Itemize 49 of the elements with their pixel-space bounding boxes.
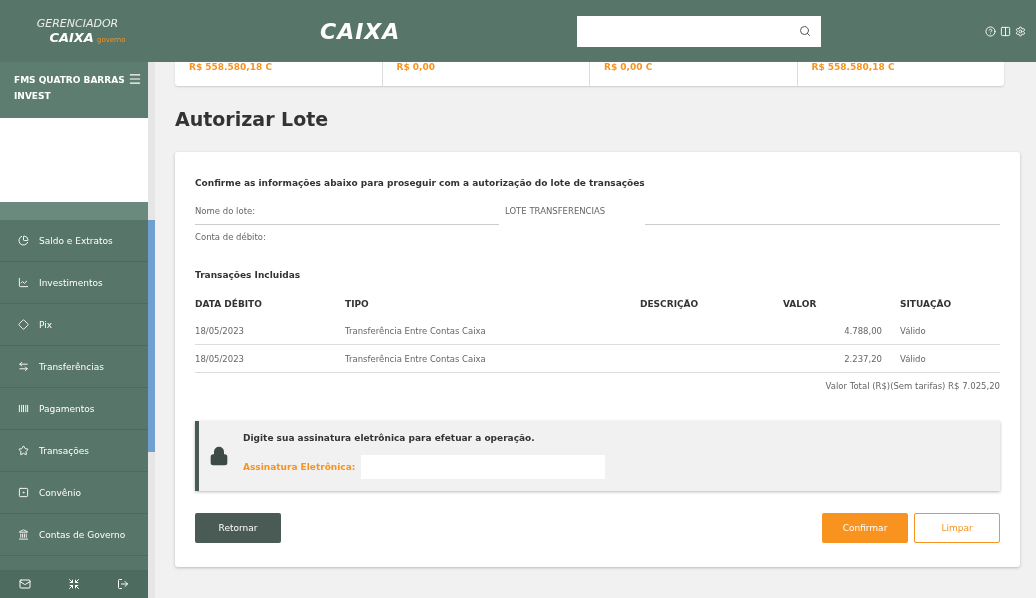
square-icon [18, 487, 29, 498]
balance-value: R$ 0,00 C [589, 62, 797, 86]
table-cell-text: 18/05/2023 [195, 325, 245, 336]
table-cell-text: 18/05/2023 [195, 353, 245, 364]
field-value: LOTE TRANSFERENCIAS [505, 206, 606, 216]
back-button[interactable]: Retornar [195, 513, 281, 543]
column-header: DATA DÉBITO [195, 298, 263, 309]
bank-icon [18, 529, 29, 540]
star-icon [18, 445, 29, 456]
settings-icon[interactable] [1015, 25, 1026, 37]
logo-text: GERENCIADOR [36, 17, 119, 30]
intro-text: Confirme as informações abaixo para proseguir com a autorização do lote de transações [195, 178, 646, 188]
account-name: FMS QUATRO BARRAS INVEST [14, 74, 126, 103]
diamond-icon [18, 319, 29, 330]
table-cell-text: Transferência Entre Contas Caixa [345, 353, 487, 364]
menu-icon[interactable] [128, 72, 142, 86]
column-header: TIPO [345, 298, 370, 309]
search-icon[interactable] [799, 25, 812, 37]
column-header: VALOR [783, 298, 818, 309]
balance-value: R$ 0,00 [381, 62, 589, 86]
total-text: Valor Total (R$)(Sem tarifas) R$ 7.025,20 [825, 381, 1000, 391]
logo-brand: CAIXA [49, 30, 94, 45]
brand-logo: CAIXA [320, 18, 401, 44]
scrollbar[interactable] [148, 62, 155, 598]
signature-label: Assinatura Eletrônica: [243, 462, 356, 472]
table-cell-text: 2.237,20 [843, 353, 883, 364]
shrink-icon[interactable] [68, 578, 80, 590]
barcode-icon [18, 403, 29, 414]
signature-prompt: Digite sua assinatura eletrônica para efetuar a operação. [243, 433, 536, 443]
mail-icon[interactable] [18, 578, 31, 590]
table-cell-text: 4.788,00 [843, 325, 883, 336]
line-chart-icon [18, 277, 29, 288]
pie-chart-icon [18, 235, 29, 246]
logout-icon[interactable] [117, 578, 130, 590]
table-cell-text: Válido [900, 353, 927, 364]
arrows-icon [18, 361, 29, 372]
table-cell-text: Válido [900, 325, 927, 336]
field-label: Nome do lote: [195, 205, 256, 216]
balance-value: R$ 558.580,18 C [188, 62, 273, 74]
column-header: SITUAÇÃO [900, 298, 953, 309]
table-cell-text: Transferência Entre Contas Caixa [345, 325, 487, 336]
layout-icon[interactable] [1000, 25, 1011, 37]
page-title: Autorizar Lote [175, 108, 330, 130]
lock-icon [209, 446, 229, 466]
field-label: Conta de débito: [195, 232, 266, 242]
section-title: Transações Incluidas [195, 270, 302, 280]
help-icon[interactable] [985, 25, 996, 37]
column-header: DESCRIÇÃO [640, 298, 700, 309]
balance-value: R$ 558.580,18 C [796, 62, 1004, 86]
